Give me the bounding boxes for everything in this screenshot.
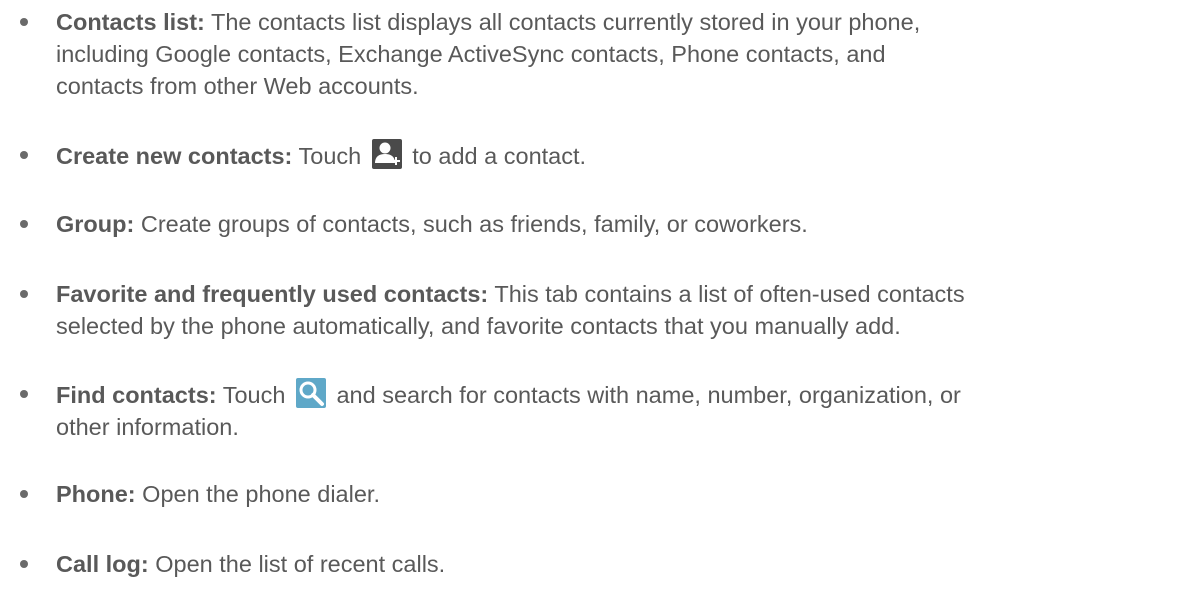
- bullet: [20, 220, 28, 228]
- list-item-description-line2: including Google contacts, Exchange Acti…: [56, 41, 886, 67]
- list-item-description: Touch: [292, 143, 362, 169]
- list-item-phone: Phone: Open the phone dialer.: [0, 478, 1180, 510]
- list-item-description: The contacts list displays all contacts …: [204, 9, 921, 35]
- list-item-text: Favorite and frequently used contacts: T…: [56, 278, 1180, 342]
- list-item-group: Group: Create groups of contacts, such a…: [0, 208, 1180, 240]
- list-item-description-after-icon: to add a contact.: [412, 143, 587, 169]
- list-item-term: Create new contacts:: [56, 143, 293, 169]
- list-item-description: This tab contains a list of often-used c…: [488, 281, 965, 307]
- bullet: [20, 151, 28, 159]
- list-item-text: Call log: Open the list of recent calls.: [56, 548, 1180, 580]
- list-item-term: Call log:: [56, 551, 149, 577]
- list-item-text: Find contacts: Touch and search for cont…: [56, 378, 1180, 443]
- list-item-text: Create new contacts: Touch to add a cont…: [56, 139, 1180, 172]
- list-item-description-line3: contacts from other Web accounts.: [56, 73, 419, 99]
- bullet: [20, 390, 28, 398]
- list-item-favorite-contacts: Favorite and frequently used contacts: T…: [0, 278, 1180, 342]
- list-item-description-line2: other information.: [56, 414, 239, 440]
- list-item-text: Phone: Open the phone dialer.: [56, 478, 1180, 510]
- list-item-create-new-contacts: Create new contacts: Touch to add a cont…: [0, 139, 1180, 172]
- list-item-text: Contacts list: The contacts list display…: [56, 6, 1180, 102]
- list-item-term: Favorite and frequently used contacts:: [56, 281, 489, 307]
- list-item-description: Touch: [216, 382, 286, 408]
- list-item-term: Phone:: [56, 481, 136, 507]
- list-item-description: Open the phone dialer.: [135, 481, 380, 507]
- list-item-term: Group:: [56, 211, 135, 237]
- search-icon: [295, 378, 326, 408]
- list-item-term: Contacts list:: [56, 9, 205, 35]
- list-item-description: Open the list of recent calls.: [148, 551, 446, 577]
- list-item-find-contacts: Find contacts: Touch and search for cont…: [0, 378, 1180, 443]
- list-item-contacts-list: Contacts list: The contacts list display…: [0, 6, 1180, 102]
- add-contact-icon: [371, 139, 402, 169]
- feature-list: Contacts list: The contacts list display…: [0, 0, 1201, 609]
- list-item-description: Create groups of contacts, such as frien…: [134, 211, 808, 237]
- list-item-call-log: Call log: Open the list of recent calls.: [0, 548, 1180, 580]
- list-item-term: Find contacts:: [56, 382, 217, 408]
- bullet: [20, 18, 28, 26]
- bullet: [20, 290, 28, 298]
- list-item-description-line2: selected by the phone automatically, and…: [56, 313, 901, 339]
- bullet: [20, 490, 28, 498]
- list-item-text: Group: Create groups of contacts, such a…: [56, 208, 1180, 240]
- bullet: [20, 560, 28, 568]
- list-item-description-after-icon: and search for contacts with name, numbe…: [336, 382, 961, 408]
